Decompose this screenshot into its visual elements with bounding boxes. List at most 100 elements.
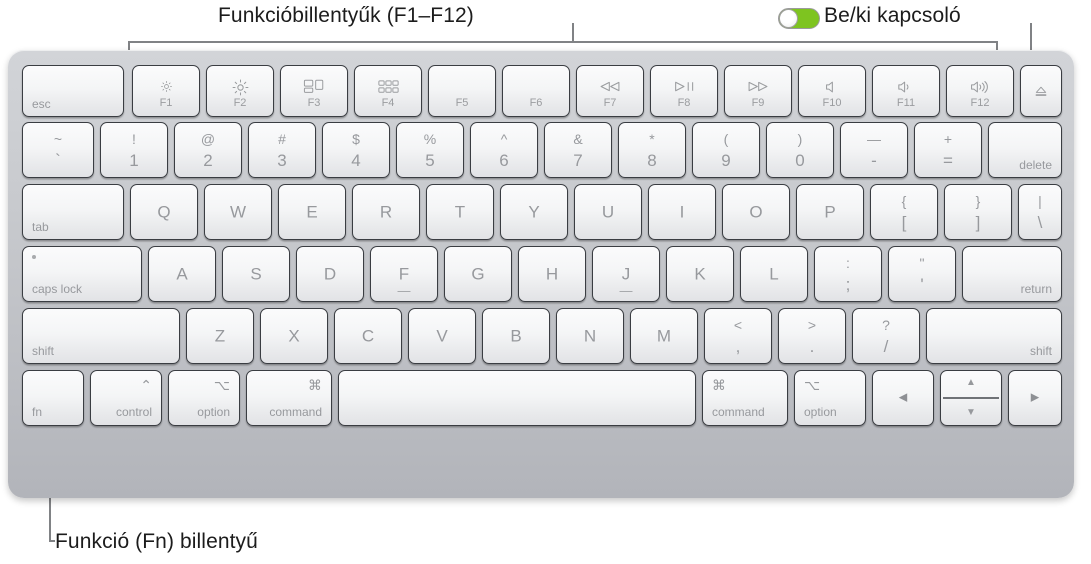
key-esc[interactable]: esc <box>22 65 124 117</box>
key-b[interactable]: B <box>482 308 550 364</box>
key-option-right[interactable]: ⌥ option <box>794 370 866 426</box>
key-f3[interactable]: F3 <box>280 65 348 117</box>
key-z[interactable]: Z <box>186 308 254 364</box>
key-label: shift <box>1029 344 1052 358</box>
key-f12[interactable]: F12 <box>946 65 1014 117</box>
arrow-key-divider <box>943 397 999 399</box>
key-f2[interactable]: F2 <box>206 65 274 117</box>
key-m[interactable]: M <box>630 308 698 364</box>
key-label: I <box>679 202 685 222</box>
key-f11[interactable]: F11 <box>872 65 940 117</box>
key-w[interactable]: W <box>204 184 272 240</box>
key-bracket-right[interactable]: } ] <box>944 184 1012 240</box>
key-command-left[interactable]: ⌘ command <box>246 370 332 426</box>
key-c[interactable]: C <box>334 308 402 364</box>
key-d[interactable]: D <box>296 246 364 302</box>
key-equal[interactable]: + = <box>914 122 982 178</box>
key-f4[interactable]: F4 <box>354 65 422 117</box>
key-q[interactable]: Q <box>130 184 198 240</box>
key-backslash[interactable]: | \ <box>1018 184 1062 240</box>
key-tab[interactable]: tab <box>22 184 124 240</box>
key-control[interactable]: ⌃ control <box>90 370 162 426</box>
key-4[interactable]: $ 4 <box>322 122 390 178</box>
key-caps-lock[interactable]: caps lock <box>22 246 142 302</box>
key-x[interactable]: X <box>260 308 328 364</box>
key-delete[interactable]: delete <box>988 122 1062 178</box>
key-e[interactable]: E <box>278 184 346 240</box>
key-y[interactable]: Y <box>500 184 568 240</box>
key-fnum: F6 <box>529 97 543 109</box>
key-2[interactable]: @ 2 <box>174 122 242 178</box>
key-1[interactable]: ! 1 <box>100 122 168 178</box>
key-option-left[interactable]: ⌥ option <box>168 370 240 426</box>
key-a[interactable]: A <box>148 246 216 302</box>
key-lower: [ <box>901 213 907 232</box>
key-bracket-left[interactable]: { [ <box>870 184 938 240</box>
key-lower: - <box>871 151 877 170</box>
key-space[interactable] <box>338 370 696 426</box>
key-l[interactable]: L <box>740 246 808 302</box>
key-return[interactable]: return <box>962 246 1062 302</box>
arrow-up-icon[interactable]: ▲ <box>941 378 1001 388</box>
key-r[interactable]: R <box>352 184 420 240</box>
key-o[interactable]: O <box>722 184 790 240</box>
key-semicolon[interactable]: : ; <box>814 246 882 302</box>
key-f[interactable]: F <box>370 246 438 302</box>
key-label: return <box>1020 282 1052 296</box>
key-upper: @ <box>200 131 216 147</box>
key-p[interactable]: P <box>796 184 864 240</box>
key-period[interactable]: > . <box>778 308 846 364</box>
key-6[interactable]: ^ 6 <box>470 122 538 178</box>
key-v[interactable]: V <box>408 308 476 364</box>
key-u[interactable]: U <box>574 184 642 240</box>
key-n[interactable]: N <box>556 308 624 364</box>
key-fn[interactable]: fn <box>22 370 84 426</box>
key-i[interactable]: I <box>648 184 716 240</box>
key-fnum: F7 <box>603 97 617 109</box>
key-k[interactable]: K <box>666 246 734 302</box>
key-fnum: F3 <box>307 97 321 109</box>
key-eject[interactable] <box>1020 65 1062 117</box>
key-fnum: F10 <box>822 97 842 109</box>
key-lower: = <box>943 151 953 170</box>
key-quote[interactable]: " ' <box>888 246 956 302</box>
arrow-down-icon[interactable]: ▼ <box>941 408 1001 418</box>
key-label: L <box>769 264 779 284</box>
key-label: W <box>229 202 247 222</box>
key-shift-left[interactable]: shift <box>22 308 180 364</box>
power-toggle-switch[interactable] <box>778 8 820 29</box>
key-minus[interactable]: — - <box>840 122 908 178</box>
key-7[interactable]: & 7 <box>544 122 612 178</box>
key-3[interactable]: # 3 <box>248 122 316 178</box>
key-grave[interactable]: ~ ` <box>22 122 94 178</box>
key-shift-right[interactable]: shift <box>926 308 1062 364</box>
key-f7[interactable]: F7 <box>576 65 644 117</box>
key-5[interactable]: % 5 <box>396 122 464 178</box>
key-f8[interactable]: F8 <box>650 65 718 117</box>
key-s[interactable]: S <box>222 246 290 302</box>
callout-label-function-keys: Funkcióbillentyűk (F1–F12) <box>218 4 474 27</box>
key-0[interactable]: ) 0 <box>766 122 834 178</box>
key-arrow-right[interactable]: ▶ <box>1008 370 1062 426</box>
key-label: D <box>323 264 337 284</box>
key-lower: 7 <box>573 151 583 170</box>
key-t[interactable]: T <box>426 184 494 240</box>
key-f9[interactable]: F9 <box>724 65 792 117</box>
key-label: A <box>176 264 188 284</box>
key-arrow-left[interactable]: ◀ <box>872 370 934 426</box>
key-f6[interactable]: F6 <box>502 65 570 117</box>
key-j[interactable]: J <box>592 246 660 302</box>
fast-forward-icon <box>725 78 791 98</box>
key-f1[interactable]: F1 <box>132 65 200 117</box>
key-h[interactable]: H <box>518 246 586 302</box>
key-comma[interactable]: < , <box>704 308 772 364</box>
key-g[interactable]: G <box>444 246 512 302</box>
key-f5[interactable]: F5 <box>428 65 496 117</box>
key-9[interactable]: ( 9 <box>692 122 760 178</box>
key-arrow-up-down[interactable]: ▲ ▼ <box>940 370 1002 426</box>
key-f10[interactable]: F10 <box>798 65 866 117</box>
option-symbol-icon: ⌥ <box>213 377 230 393</box>
key-command-right[interactable]: ⌘ command <box>702 370 788 426</box>
key-8[interactable]: * 8 <box>618 122 686 178</box>
key-slash[interactable]: ? / <box>852 308 920 364</box>
